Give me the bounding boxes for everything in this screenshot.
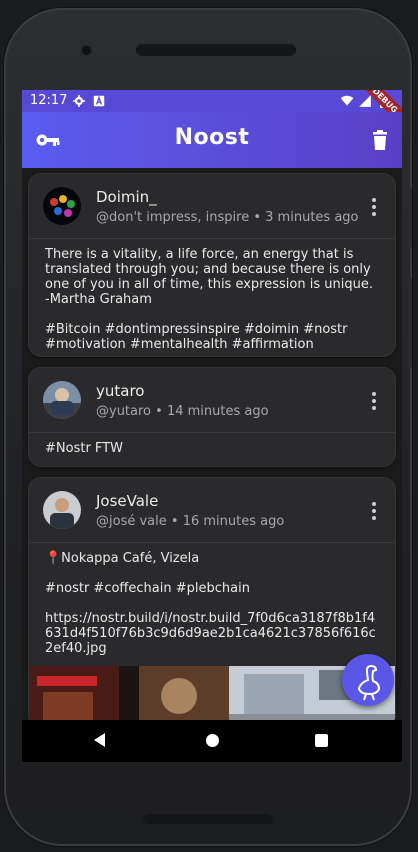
earpiece-speaker [136, 44, 296, 56]
post-time: 14 minutes ago [166, 404, 269, 419]
post-card[interactable]: Doimin_ @don't impress, inspire • 3 minu… [29, 174, 395, 356]
post-feed[interactable]: Doimin_ @don't impress, inspire • 3 minu… [22, 168, 402, 721]
back-button[interactable] [94, 733, 105, 747]
post-card[interactable]: yutaro @yutaro • 14 minutes ago #Nostr F… [29, 368, 395, 466]
accessibility-a-icon [93, 95, 105, 107]
home-button[interactable] [206, 734, 219, 747]
post-meta: @don't impress, inspire • 3 minutes ago [96, 210, 359, 225]
app-screen: 12:17 DEBUG Noost Doimin_ @don't impress… [22, 90, 402, 762]
post-body: 📍Nokappa Café, Vizela #nostr #coffechain… [29, 543, 395, 662]
avatar[interactable] [43, 491, 81, 529]
app-title: Noost [174, 125, 250, 150]
power-button [408, 278, 412, 368]
post-card[interactable]: JoseVale @josé vale • 16 minutes ago 📍No… [29, 478, 395, 721]
more-options-icon[interactable] [371, 198, 377, 216]
system-nav-bar [22, 720, 402, 762]
status-time: 12:17 [30, 93, 68, 108]
status-bar: 12:17 DEBUG [22, 90, 402, 128]
post-meta: @yutaro • 14 minutes ago [96, 404, 269, 419]
bottom-speaker [143, 814, 273, 824]
ostrich-icon [357, 664, 381, 701]
app-bar: Noost [22, 112, 402, 168]
post-content: #Nostr FTW [45, 441, 123, 456]
author-name[interactable]: yutaro [96, 382, 144, 400]
post-time: 3 minutes ago [265, 210, 359, 225]
meta-separator: • [253, 210, 262, 225]
meta-separator: • [155, 404, 163, 419]
post-header: JoseVale @josé vale • 16 minutes ago [29, 478, 395, 543]
post-body: There is a vitality, a life force, an en… [29, 239, 395, 356]
volume-button [408, 188, 412, 248]
wifi-icon [340, 95, 354, 106]
meta-separator: • [170, 514, 179, 529]
new-post-fab[interactable] [342, 654, 394, 706]
post-header: yutaro @yutaro • 14 minutes ago [29, 368, 395, 433]
author-handle: @yutaro [96, 404, 152, 419]
post-content: There is a vitality, a life force, an en… [45, 247, 373, 352]
more-options-icon[interactable] [371, 392, 377, 410]
avatar[interactable] [43, 187, 81, 225]
recent-apps-button[interactable] [315, 734, 328, 747]
more-options-icon[interactable] [371, 502, 377, 520]
front-camera [82, 46, 91, 55]
author-name[interactable]: JoseVale [96, 492, 158, 510]
post-meta: @josé vale • 16 minutes ago [96, 514, 284, 529]
trash-icon[interactable] [366, 126, 394, 154]
avatar[interactable] [43, 381, 81, 419]
author-handle: @don't impress, inspire [96, 210, 250, 225]
post-time: 16 minutes ago [182, 514, 285, 529]
author-name[interactable]: Doimin_ [96, 188, 157, 206]
post-body: #Nostr FTW [29, 433, 395, 462]
post-content: 📍Nokappa Café, Vizela #nostr #coffechain… [45, 551, 376, 656]
post-header: Doimin_ @don't impress, inspire • 3 minu… [29, 174, 395, 239]
settings-icon [73, 95, 85, 107]
post-image[interactable] [29, 666, 395, 721]
author-handle: @josé vale [96, 514, 167, 529]
signal-icon [359, 95, 371, 107]
